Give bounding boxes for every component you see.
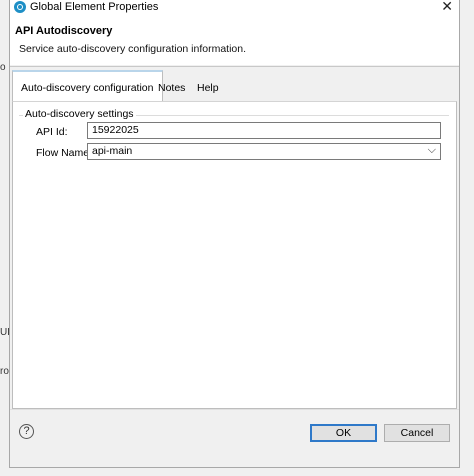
app-icon xyxy=(14,1,26,13)
header-description: Service auto-discovery configuration inf… xyxy=(19,43,247,55)
api-id-label: API Id: xyxy=(36,126,68,138)
ok-button[interactable]: OK xyxy=(310,424,377,442)
tab-auto-discovery-configuration[interactable]: Auto-discovery configuration xyxy=(12,70,163,102)
header-separator xyxy=(10,66,459,67)
cancel-button[interactable]: Cancel xyxy=(384,424,450,442)
flow-name-label: Flow Name: xyxy=(36,147,93,159)
help-icon[interactable]: ? xyxy=(19,424,34,439)
header-title: API Autodiscovery xyxy=(15,25,113,37)
footer-separator xyxy=(10,409,459,410)
tab-content-panel: Auto-discovery settings API Id: 15922025… xyxy=(12,101,457,409)
tab-notes[interactable]: Notes xyxy=(150,70,193,102)
flow-name-value: api-main xyxy=(92,145,133,157)
chevron-down-icon[interactable]: ⌵ xyxy=(428,143,436,158)
dialog-header: API Autodiscovery Service auto-discovery… xyxy=(10,15,459,65)
close-icon[interactable]: ✕ xyxy=(441,0,453,15)
flow-name-select[interactable]: api-main ⌵ xyxy=(87,143,441,160)
window-title: Global Element Properties xyxy=(30,1,159,13)
title-bar[interactable]: Global Element Properties ✕ xyxy=(10,0,459,15)
tab-help[interactable]: Help xyxy=(189,70,227,102)
global-element-properties-dialog: Global Element Properties ✕ API Autodisc… xyxy=(9,0,460,468)
api-id-field[interactable]: 15922025 xyxy=(87,122,441,139)
group-label: Auto-discovery settings xyxy=(23,108,136,120)
